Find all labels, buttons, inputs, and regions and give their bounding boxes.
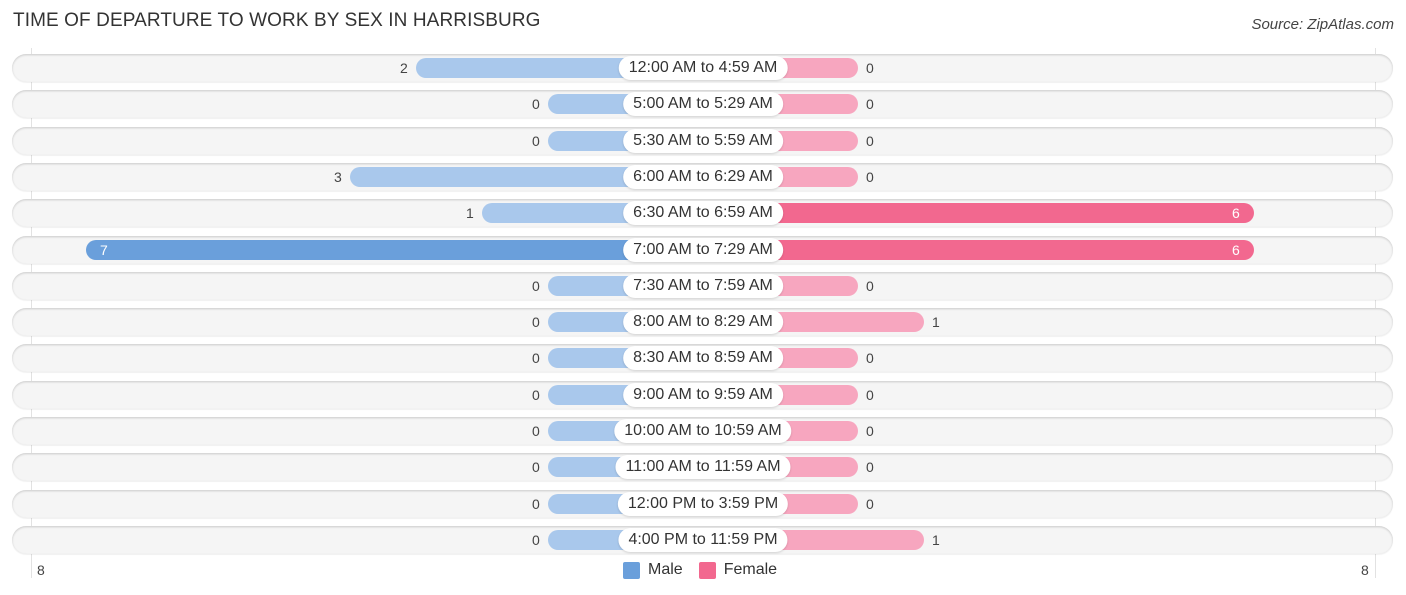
category-label: 6:00 AM to 6:29 AM: [623, 165, 783, 189]
bar-female[interactable]: [703, 240, 1254, 260]
legend-label-male: Male: [648, 561, 683, 578]
chart-title: TIME OF DEPARTURE TO WORK BY SEX IN HARR…: [13, 10, 541, 31]
value-label-female: 0: [866, 278, 874, 294]
axis-label-right: 8: [1361, 562, 1369, 578]
category-label: 8:30 AM to 8:59 AM: [623, 346, 783, 370]
value-label-female: 1: [932, 314, 940, 330]
legend-item-female[interactable]: Female: [698, 561, 778, 579]
value-label-male: 0: [532, 96, 540, 112]
value-label-female: 0: [866, 96, 874, 112]
category-label: 5:30 AM to 5:59 AM: [623, 129, 783, 153]
category-label: 4:00 PM to 11:59 PM: [618, 528, 788, 552]
value-label-male: 0: [532, 532, 540, 548]
value-label-male: 7: [100, 242, 108, 258]
value-label-male: 1: [466, 205, 474, 221]
legend-swatch-female: [698, 561, 716, 579]
legend: Male Female: [623, 561, 793, 579]
bar-male[interactable]: [86, 240, 703, 260]
category-label: 7:30 AM to 7:59 AM: [623, 274, 783, 298]
value-label-male: 0: [532, 496, 540, 512]
bar-female[interactable]: [703, 203, 1254, 223]
category-label: 5:00 AM to 5:29 AM: [623, 92, 783, 116]
value-label-male: 0: [532, 423, 540, 439]
value-label-female: 0: [866, 60, 874, 76]
value-label-male: 3: [334, 169, 342, 185]
value-label-female: 6: [1232, 205, 1240, 221]
category-label: 7:00 AM to 7:29 AM: [623, 238, 783, 262]
category-label: 11:00 AM to 11:59 AM: [615, 455, 791, 479]
legend-label-female: Female: [723, 561, 778, 578]
value-label-female: 0: [866, 133, 874, 149]
source-label: Source: ZipAtlas.com: [1251, 16, 1394, 33]
value-label-female: 0: [866, 387, 874, 403]
value-label-female: 0: [866, 496, 874, 512]
category-label: 6:30 AM to 6:59 AM: [623, 201, 783, 225]
value-label-male: 0: [532, 459, 540, 475]
category-label: 12:00 PM to 3:59 PM: [617, 492, 789, 516]
legend-item-male[interactable]: Male: [623, 561, 683, 579]
category-label: 8:00 AM to 8:29 AM: [623, 310, 783, 334]
value-label-female: 0: [866, 169, 874, 185]
value-label-male: 0: [532, 387, 540, 403]
category-label: 10:00 AM to 10:59 AM: [614, 419, 792, 443]
value-label-female: 0: [866, 423, 874, 439]
value-label-male: 0: [532, 314, 540, 330]
value-label-male: 0: [532, 350, 540, 366]
value-label-male: 2: [400, 60, 408, 76]
value-label-female: 1: [932, 532, 940, 548]
legend-swatch-male: [623, 561, 640, 579]
value-label-female: 6: [1232, 242, 1240, 258]
value-label-male: 0: [532, 278, 540, 294]
axis-label-left: 8: [37, 562, 45, 578]
category-label: 12:00 AM to 4:59 AM: [618, 56, 788, 80]
value-label-female: 0: [866, 459, 874, 475]
category-label: 9:00 AM to 9:59 AM: [623, 383, 783, 407]
value-label-female: 0: [866, 350, 874, 366]
value-label-male: 0: [532, 133, 540, 149]
